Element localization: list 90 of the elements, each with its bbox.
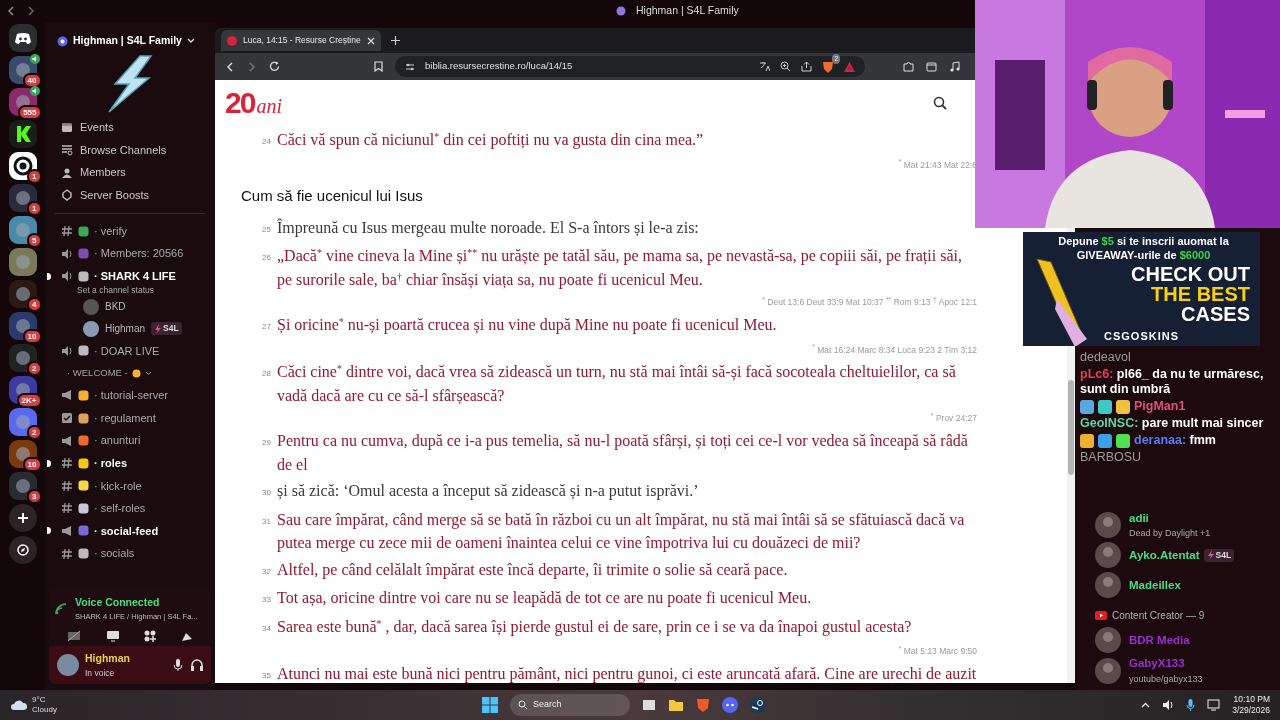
verse-number: 26 <box>261 252 271 265</box>
verse-text: Sarea este bună$^{*}$ , dar, dacă sarea își pierde gustul ei de sare, prin ce i se va da înapoi gustul acesta? <box>277 616 912 638</box>
ad-banner[interactable]: Depune $5 si te inscrii auomat la GIVEAWAY-urile de $6000 CHECK OUT THE BEST CASES CSGOSKINS <box>1023 232 1260 346</box>
unread-count: 4 <box>27 297 42 312</box>
taskbar-search[interactable]: Search <box>509 694 630 716</box>
ad-headline: CHECK OUT <box>1131 264 1250 284</box>
browser-tab[interactable]: Luca, 14:15 - Resurse Creștine <box>221 30 381 51</box>
channel-item[interactable]: · verify <box>45 219 215 243</box>
chat-message: GeoINSC: pare mult mai sincer <box>1080 416 1264 431</box>
user-status: In voice <box>85 666 116 680</box>
unread-count: 2K+ <box>16 393 42 408</box>
verse-number: 30 <box>261 487 271 499</box>
channel-item[interactable]: · anunturi <box>45 429 215 452</box>
weather-text: Cloudy <box>32 705 57 715</box>
unread-count: 1 <box>27 169 42 184</box>
chat-message: pLc6: pl66_ da nu te urmăresc, sunt din umbră <box>1080 367 1265 397</box>
section-heading: Cum să fie ucenicul lui Isus <box>241 186 424 207</box>
verse-number: 28 <box>261 368 271 381</box>
verse-text: „Dacă$^{*}$ vine cineva la Mine și$^{**}$ nu urăște pe tatăl său, pe mama sa, pe nevastă-sa, pe copiii săi, pe frații săi, pe surorile sale, ba$^{†}$ chiar însăși viața sa, nu poate fi ucenicul Meu. <box>277 246 963 291</box>
ad-headline: CASES <box>1181 304 1250 324</box>
channel-item[interactable]: · self-roles <box>45 497 215 520</box>
menu-item[interactable]: Members <box>45 161 215 185</box>
member-activity: youtube/gabyx133 <box>1129 672 1203 686</box>
channel-item[interactable]: · tutorial-server <box>45 384 215 407</box>
channel-item[interactable]: · DOAR LIVE <box>45 339 215 363</box>
voice-user-name[interactable]: BKD <box>105 299 126 315</box>
verse-number: 25 <box>261 223 271 236</box>
user-name: Highman <box>85 650 130 666</box>
role-tag: S4L <box>1203 548 1235 562</box>
verse-number: 34 <box>261 622 271 635</box>
channel-status-link[interactable]: Set a channel status <box>77 284 155 295</box>
member-name[interactable]: Madeillex <box>1129 576 1181 594</box>
role-tag: S4L <box>151 322 182 335</box>
verse-text: Tot așa, oricine dintre voi care nu se leapădă de tot ce are nu poate fi ucenicul Meu. <box>277 588 812 609</box>
category-header[interactable]: · WELCOME - <box>45 362 215 385</box>
menu-item[interactable]: Events <box>45 116 215 139</box>
verse-text: Atunci nu mai este bună nici pentru pământ, nici pentru gunoi, ci este aruncată afară. Cine are urechi de auzit <box>277 663 977 683</box>
voice-status: Voice Connected <box>75 595 161 610</box>
channel-item[interactable]: · social-feed <box>45 519 215 543</box>
chat-message: BARBOSU <box>1080 450 1142 465</box>
verse-number: 27 <box>261 321 271 333</box>
channel-item[interactable]: · kick-role <box>45 474 215 498</box>
window-title: Highman | S4L Family <box>636 3 739 19</box>
verse-text: Căci vă spun că niciunul$^{*}$ din cei poftiți nu va gusta din cina mea.” <box>277 130 704 151</box>
chat-message: PigMan1 <box>1134 399 1186 414</box>
site-logo[interactable]: 20ani <box>225 80 282 125</box>
ad-text: Depune $5 si te inscrii auomat la <box>1057 235 1230 248</box>
verse-text: Altfel, pe când celălalt împărat este încă departe, îi trimite o solie să ceară pace. <box>277 559 788 581</box>
temperature-text: 9°C <box>32 695 47 705</box>
clock-time[interactable]: 10:10 PM <box>1232 694 1270 705</box>
menu-item[interactable]: Server Boosts <box>45 184 215 207</box>
member-activity: Dead by Daylight +1 <box>1129 526 1211 540</box>
unread-count: 10 <box>22 457 42 472</box>
verse-number: 24 <box>261 136 271 148</box>
member-group-label: Content Creator — 9 <box>1112 609 1205 624</box>
verse-number: 33 <box>261 594 271 606</box>
verse-text: Pentru ca nu cumva, după ce i-a pus temelia, să nu-l poată sfârși, și toți cei ce-l vor vedea să înceapă să râdă de el <box>277 431 969 475</box>
unread-count: 2 <box>27 425 42 440</box>
ad-text: GIVEAWAY-urile de $6000 <box>1075 249 1212 262</box>
verse-number: 35 <box>261 669 271 682</box>
verse-text: Împreună cu Isus mergeau multe noroade. El S-a întors și le-a zis: <box>277 217 699 239</box>
verse-text: Căci cine$^{*}$ dintre voi, dacă vrea să zidească un turn, nu stă mai întâi să-și facă socoteala cheltuielilor, ca să vadă dacă are cu ce să-l sfârșească? <box>277 362 957 407</box>
unread-count: 40 <box>22 73 42 88</box>
verse-number: 32 <box>261 565 271 578</box>
clock-date[interactable]: 3/29/2026 <box>1232 705 1270 716</box>
verse-text: Și oricine$^{*}$ nu-și poartă crucea și nu vine după Mine nu poate fi ucenicul Meu. <box>277 315 777 336</box>
server-name[interactable]: Highman | S4L Family <box>73 33 182 49</box>
unread-count: 10 <box>22 329 42 344</box>
channel-item[interactable]: · socials <box>45 542 215 565</box>
verse-text: Sau care împărat, când merge să se bată în război cu un alt împărat, nu stă mai întâi să se sfătuiască dacă va putea merge cu zece mii de oameni înaintea celui ce vine împotriva lui cu douăzeci de mii? <box>277 509 966 554</box>
chat-message: deranaa: fmm <box>1134 433 1216 448</box>
chat-message: dedeavol <box>1080 350 1131 365</box>
menu-item[interactable]: Browse Channels <box>45 138 215 162</box>
address-field[interactable]: biblia.resursecrestine.ro/luca/14/15 <box>425 59 749 74</box>
ad-headline: THE BEST <box>1151 284 1250 304</box>
verse-text: și să zică: ‘Omul acesta a început să zidească și n-a putut isprăvi.’ <box>277 481 699 502</box>
channel-item[interactable]: · regulament <box>45 406 215 430</box>
member-name[interactable]: adii <box>1129 509 1149 527</box>
verse-number: 31 <box>261 515 271 528</box>
unread-count: 2 <box>27 361 42 376</box>
voice-user-name[interactable]: Highman <box>105 321 146 337</box>
verse-number: 29 <box>261 437 271 449</box>
unread-count: 555 <box>18 105 42 120</box>
unread-count: 5 <box>27 233 42 248</box>
unread-count: 3 <box>27 489 42 504</box>
member-name[interactable]: Ayko.Atentat <box>1129 546 1200 564</box>
unread-count: 1 <box>27 201 42 216</box>
channel-item[interactable]: · Members: 20566 <box>45 242 215 265</box>
channel-item[interactable]: · roles <box>45 451 215 475</box>
ad-brand: CSGOSKINS <box>1103 328 1180 344</box>
